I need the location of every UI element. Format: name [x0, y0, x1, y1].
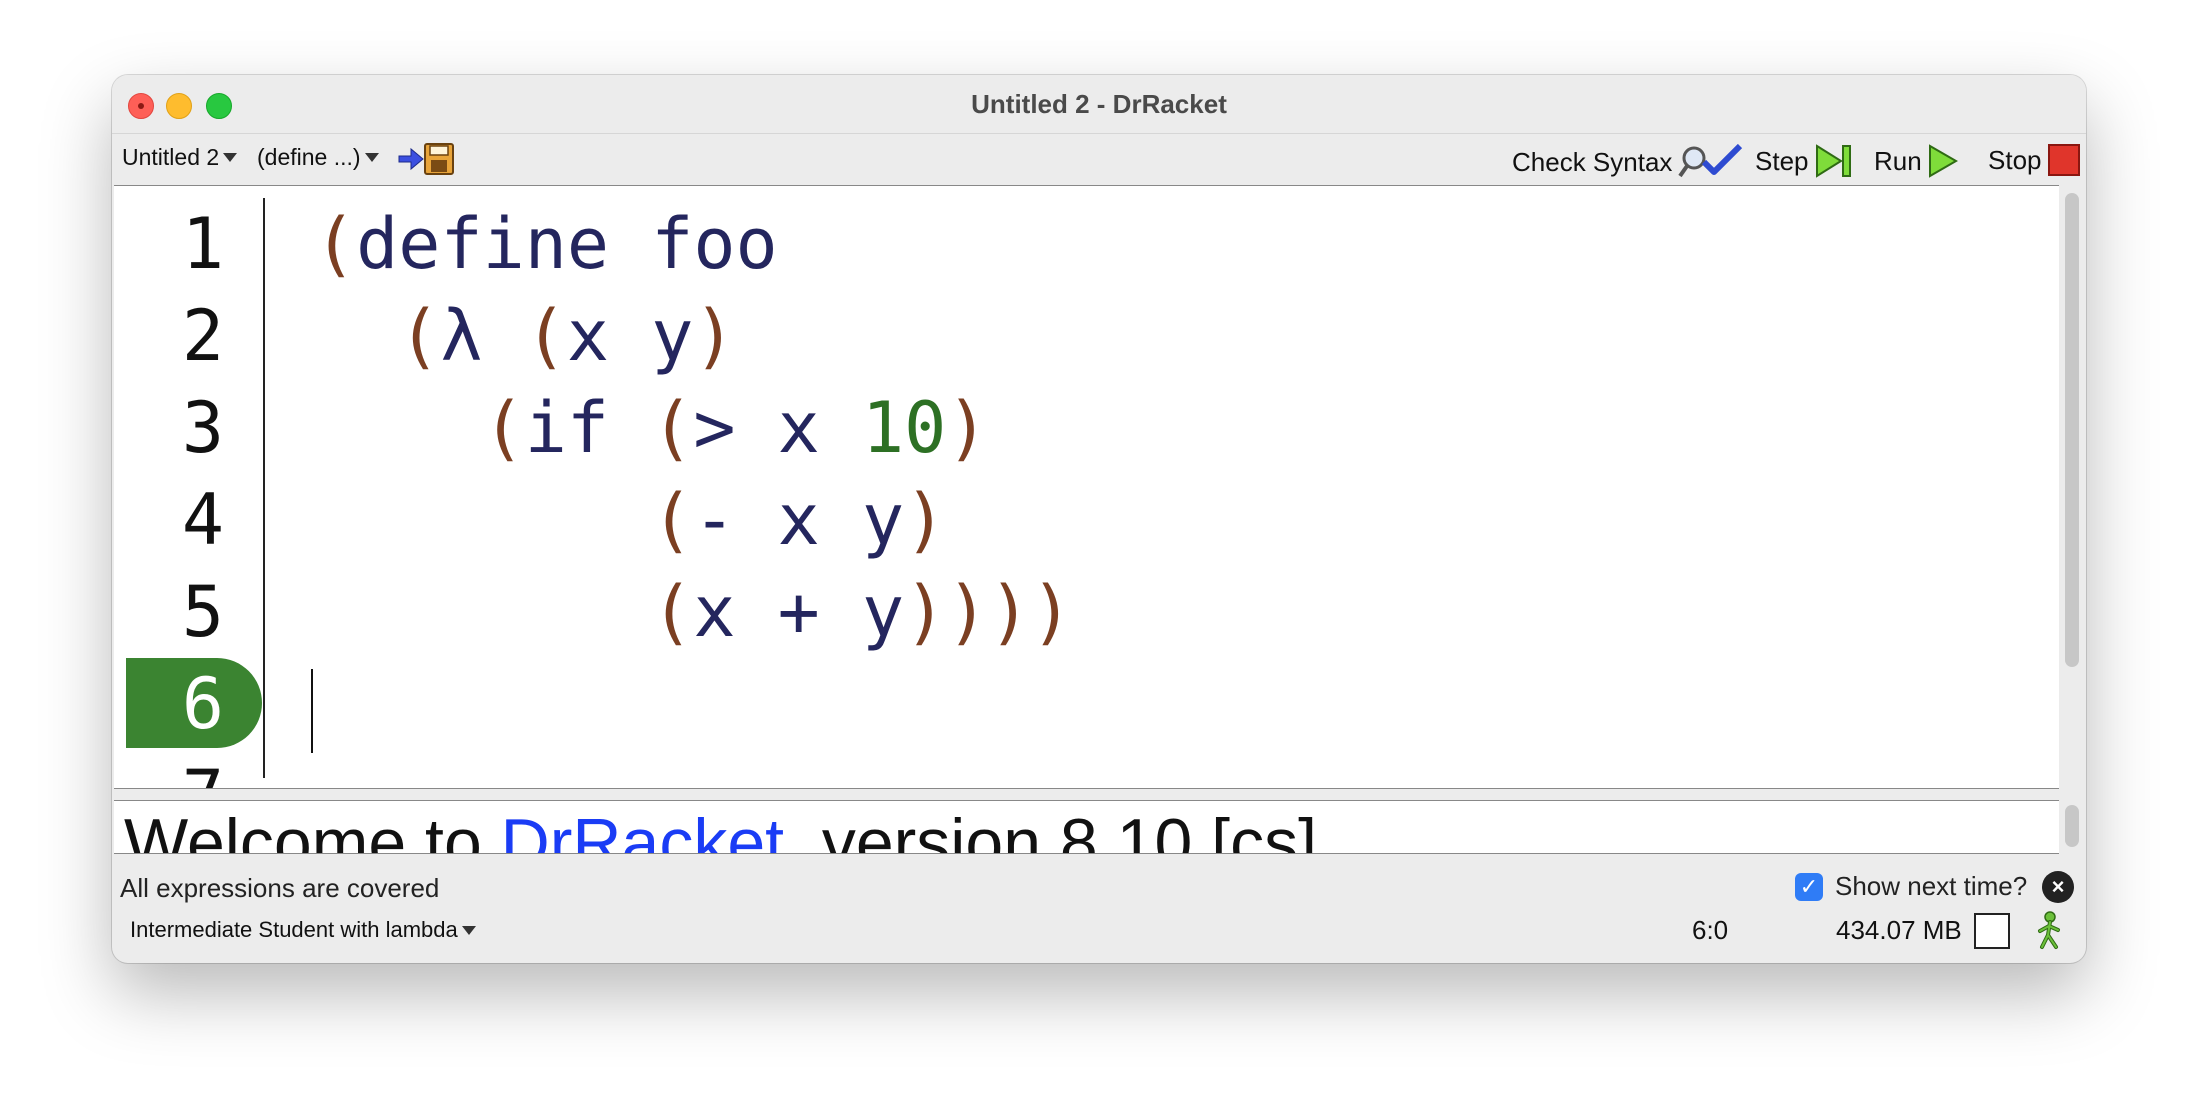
drracket-window: Untitled 2 - DrRacket Untitled 2 (define… — [112, 75, 2086, 963]
gutter-divider — [263, 198, 265, 778]
language-label: Intermediate Student with lambda — [130, 917, 458, 942]
show-next-time-label: Show next time? — [1835, 871, 2028, 901]
step-button[interactable]: Step — [1755, 144, 1853, 178]
drracket-link[interactable]: DrRacket — [501, 805, 784, 853]
define-menu-label: (define ...) — [257, 144, 361, 170]
code-text: (define foo (λ (x y) (if (> x 10) (- x y… — [314, 203, 1073, 653]
run-button[interactable]: Run — [1874, 144, 1958, 178]
interactions-pane[interactable]: Welcome to DrRacket, version 8.10 [cs] — [114, 800, 2059, 854]
stop-button[interactable]: Stop — [1988, 144, 2080, 176]
line-number: 3 — [181, 387, 224, 469]
welcome-message: Welcome to DrRacket, version 8.10 [cs] — [124, 803, 1317, 854]
stop-icon — [2047, 144, 2080, 176]
line-number: 1 — [181, 203, 224, 285]
file-menu-label: Untitled 2 — [122, 144, 220, 170]
run-label: Run — [1874, 145, 1922, 176]
check-syntax-button[interactable]: Check Syntax — [1512, 144, 1744, 180]
title-bar: Untitled 2 - DrRacket — [112, 75, 2086, 133]
chevron-down-icon — [461, 925, 476, 935]
welcome-prefix: Welcome to — [124, 805, 501, 854]
line-number: 2 — [181, 295, 224, 377]
chevron-down-icon — [223, 153, 238, 162]
coverage-status: All expressions are covered — [120, 873, 440, 903]
toolbar: Untitled 2 (define ...) Check Syntax Ste… — [112, 133, 2086, 186]
chevron-down-icon — [364, 153, 379, 162]
definitions-editor[interactable]: 1 2 3 4 5 6 7 (define foo (λ (x y) (if (… — [114, 185, 2059, 789]
save-button[interactable] — [397, 140, 457, 178]
window-title: Untitled 2 - DrRacket — [971, 89, 1227, 119]
line-number-active: 6 — [181, 663, 224, 745]
close-coverage-icon[interactable]: × — [2042, 871, 2074, 903]
interactions-scrollbar[interactable] — [2065, 805, 2079, 847]
text-cursor — [311, 669, 313, 753]
define-menu-button[interactable]: (define ...) — [257, 144, 379, 171]
stop-label: Stop — [1988, 144, 2042, 175]
magnifier-check-icon — [1678, 144, 1743, 178]
step-icon — [1815, 144, 1851, 178]
editor-scrollbar[interactable] — [2065, 193, 2079, 667]
file-menu-button[interactable]: Untitled 2 — [122, 144, 238, 171]
status-bar: All expressions are covered ✓ Show next … — [112, 865, 2086, 963]
gc-indicator[interactable] — [1974, 913, 2010, 949]
welcome-suffix: , version 8.10 [cs] — [784, 805, 1317, 854]
cursor-position: 6:0 — [1692, 915, 1729, 945]
check-syntax-label: Check Syntax — [1512, 146, 1673, 177]
running-man-icon — [2038, 911, 2060, 949]
line-number: 4 — [181, 479, 224, 561]
step-label: Step — [1755, 145, 1809, 176]
save-icon — [398, 143, 454, 175]
line-number: 7 — [114, 750, 224, 788]
run-icon — [1928, 144, 1958, 178]
language-menu[interactable]: Intermediate Student with lambda — [130, 917, 476, 943]
show-next-time-checkbox[interactable]: ✓ — [1795, 872, 1823, 901]
memory-usage: 434.07 MB — [1836, 915, 1962, 945]
show-next-time-toggle[interactable]: ✓ Show next time? — [1795, 871, 2027, 902]
line-number: 5 — [181, 571, 224, 653]
